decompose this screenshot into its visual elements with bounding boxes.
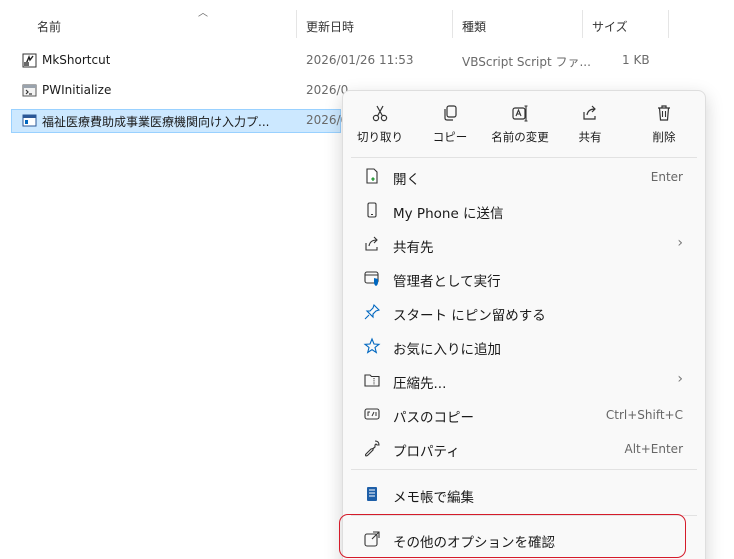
cut-button[interactable]: 切り取り — [349, 95, 411, 153]
menu-item-copy-path[interactable]: パスのコピー Ctrl+Shift+C — [349, 398, 699, 430]
phone-icon — [367, 202, 377, 218]
menu-item-send-to-phone[interactable]: My Phone に送信 — [349, 194, 699, 226]
shortcut-text: Enter — [650, 170, 683, 184]
column-type-header[interactable]: 種類 — [462, 18, 486, 35]
copy-button[interactable]: コピー — [419, 95, 481, 153]
menu-item-label: My Phone に送信 — [393, 206, 504, 222]
file-name: MkShortcut — [42, 53, 111, 67]
share-button[interactable]: 共有 — [559, 95, 621, 153]
notepad-icon — [367, 487, 377, 501]
menu-item-label: 圧縮先... — [393, 376, 447, 392]
menu-item-label: お気に入りに追加 — [393, 342, 501, 358]
menu-item-label: 共有先 — [393, 240, 434, 256]
sort-ascending-icon: ︿ — [198, 8, 208, 19]
file-size: 1 KB — [622, 53, 650, 67]
share-to-icon — [365, 236, 378, 251]
shortcut-text: Ctrl+Shift+C — [605, 408, 683, 422]
shortcut-text: Alt+Enter — [624, 442, 683, 456]
copy-icon — [444, 105, 457, 121]
shield-icon — [364, 271, 379, 286]
application-file-icon — [22, 114, 37, 127]
rename-icon — [512, 105, 528, 122]
menu-item-open[interactable]: 開く Enter — [349, 160, 699, 192]
column-divider[interactable] — [582, 10, 583, 38]
chevron-right-icon: › — [677, 235, 683, 251]
quick-action-bar: 切り取り コピー 名前の変更 共有 削除 — [343, 91, 705, 157]
menu-item-label: スタート にピン留めする — [393, 308, 546, 324]
menu-item-show-more-options[interactable]: その他のオプションを確認 — [349, 523, 699, 555]
delete-label: 削除 — [652, 130, 676, 144]
star-icon — [363, 337, 381, 354]
menu-item-run-as-admin[interactable]: 管理者として実行 — [349, 262, 699, 294]
column-header: ︿ 名前 更新日時 種類 サイズ — [0, 0, 734, 44]
file-type: VBScript Script ファ... — [462, 55, 591, 69]
delete-icon — [658, 105, 670, 121]
cut-icon — [372, 105, 388, 122]
rename-button[interactable]: 名前の変更 — [489, 95, 551, 153]
menu-item-compress-to[interactable]: 圧縮先... › — [349, 364, 699, 396]
menu-item-label: プロパティ — [393, 444, 460, 460]
menu-item-edit-in-notepad[interactable]: メモ帳で編集 — [349, 478, 699, 510]
batch-file-icon — [22, 84, 37, 97]
menu-item-add-to-favorites[interactable]: お気に入りに追加 — [349, 330, 699, 362]
column-divider[interactable] — [296, 10, 297, 38]
menu-item-pin-to-start[interactable]: スタート にピン留めする — [349, 296, 699, 328]
share-label: 共有 — [578, 130, 602, 144]
more-options-icon — [364, 531, 380, 547]
copy-path-icon — [364, 408, 380, 420]
file-name: PWInitialize — [42, 83, 112, 97]
context-menu: 切り取り コピー 名前の変更 共有 削除 開く Enter My Phone に… — [342, 90, 706, 559]
file-explorer: ︿ 名前 更新日時 種類 サイズ MkShortcut 2026/01/26 1… — [0, 0, 734, 559]
column-divider[interactable] — [668, 10, 669, 38]
zip-icon — [364, 374, 380, 387]
copy-label: コピー — [432, 130, 468, 144]
vbscript-file-icon — [22, 53, 37, 68]
column-divider[interactable] — [452, 10, 453, 38]
menu-divider — [351, 469, 697, 470]
menu-divider — [351, 515, 697, 516]
menu-item-label: その他のオプションを確認 — [393, 535, 555, 551]
menu-item-label: 管理者として実行 — [393, 274, 501, 290]
file-date: 2026/01/26 11:53 — [306, 53, 414, 67]
column-size-header[interactable]: サイズ — [592, 18, 628, 35]
menu-item-properties[interactable]: プロパティ Alt+Enter — [349, 432, 699, 464]
menu-item-label: 開く — [393, 172, 420, 188]
menu-divider — [351, 157, 697, 158]
rename-label: 名前の変更 — [491, 130, 549, 144]
pin-icon — [364, 303, 381, 320]
menu-item-label: パスのコピー — [393, 410, 474, 426]
menu-item-label: メモ帳で編集 — [393, 490, 474, 506]
menu-item-share-to[interactable]: 共有先 › — [349, 228, 699, 260]
share-icon — [583, 105, 596, 120]
open-file-icon — [366, 168, 378, 184]
cut-label: 切り取り — [357, 130, 403, 144]
file-row[interactable]: MkShortcut 2026/01/26 11:53 VBScript Scr… — [12, 50, 710, 72]
chevron-right-icon: › — [677, 371, 683, 387]
column-date-header[interactable]: 更新日時 — [306, 18, 354, 35]
delete-button[interactable]: 削除 — [633, 95, 695, 153]
wrench-icon — [364, 440, 380, 457]
file-name: 福祉医療費助成事業医療機関向け入力プ... — [42, 115, 270, 129]
column-name-header[interactable]: 名前 — [37, 18, 61, 35]
file-row-selected[interactable]: 福祉医療費助成事業医療機関向け入力プ... — [11, 109, 341, 133]
